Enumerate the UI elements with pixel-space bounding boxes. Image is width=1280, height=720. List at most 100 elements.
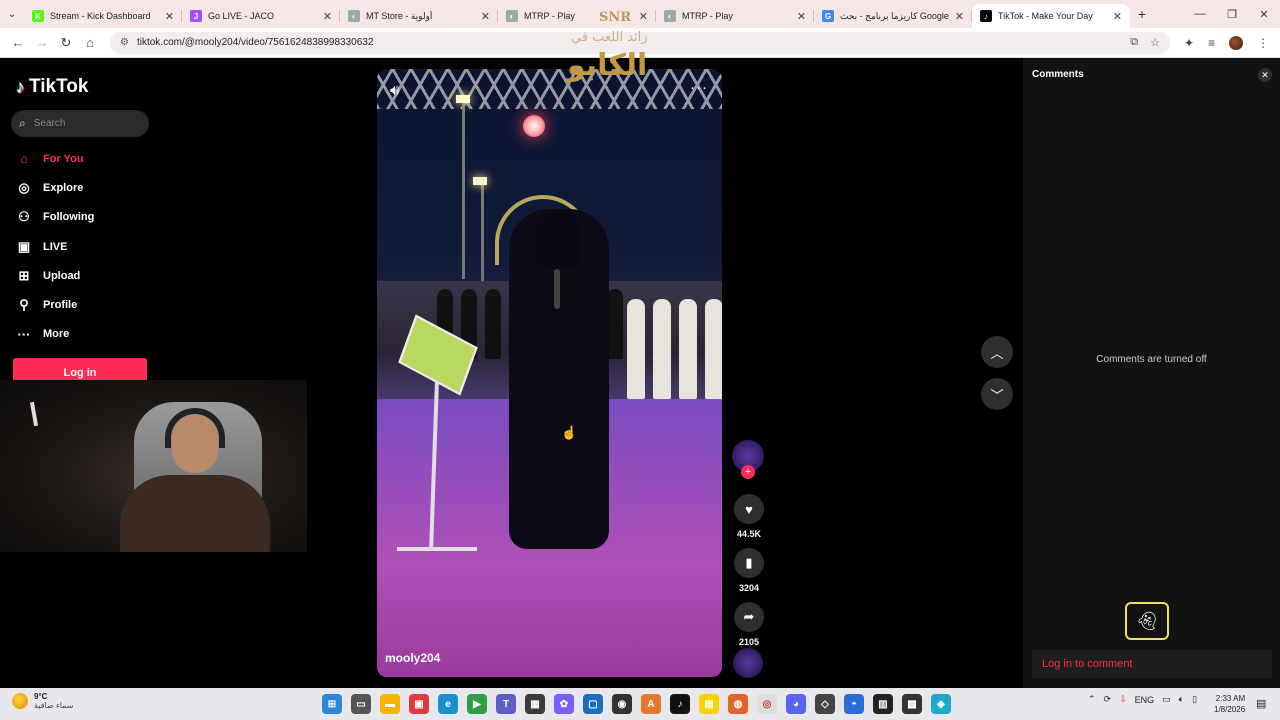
download-icon[interactable]: ⇩ <box>1119 694 1127 705</box>
tiktok-app-icon[interactable]: ♪ <box>670 694 690 714</box>
video-author[interactable]: mooly204 <box>385 651 440 665</box>
tab-title: كاريزما برنامج - بحث Google <box>840 10 949 21</box>
play-store-icon[interactable]: ▶ <box>467 694 487 714</box>
search-box[interactable]: ⌕ <box>11 110 149 137</box>
sound-avatar[interactable] <box>733 648 763 678</box>
tab-title: Go LIVE - JACO <box>208 11 275 21</box>
browser-tab[interactable]: ◐ MTRP - Play ✕ <box>656 4 814 28</box>
tiktok-logo[interactable]: ♪ TikTok <box>16 76 88 98</box>
install-app-icon[interactable]: ⧉ <box>1130 36 1138 49</box>
browser-tab[interactable]: J Go LIVE - JACO ✕ <box>182 4 340 28</box>
bookmark-star-icon[interactable]: ☆ <box>1150 36 1160 49</box>
streamer-body <box>120 475 270 552</box>
sticky-notes-icon[interactable]: ▤ <box>699 694 719 714</box>
start-menu-icon[interactable]: ⊞ <box>322 694 342 714</box>
login-to-comment-link[interactable]: Log in to comment <box>1042 658 1133 670</box>
audience-member <box>607 289 623 359</box>
tab-close-icon[interactable]: ✕ <box>323 10 332 23</box>
task-view-icon[interactable]: ▭ <box>351 694 371 714</box>
app-icon[interactable]: A <box>641 694 661 714</box>
sidebar-item-profile[interactable]: ⚲ Profile <box>16 290 94 319</box>
app-icon[interactable]: ▣ <box>409 694 429 714</box>
share-count: 2105 <box>738 637 760 647</box>
store-icon[interactable]: ▦ <box>525 694 545 714</box>
browser-tab[interactable]: K Stream - Kick Dashboard ✕ <box>24 4 182 28</box>
following-icon: ⚇ <box>18 209 30 225</box>
sidebar-item-following[interactable]: ⚇ Following <box>16 203 94 232</box>
back-button[interactable]: ← <box>6 35 30 50</box>
system-tray: ⌃ ⟳ ⇩ ENG ▭ 🔈︎ ▯ <box>1088 694 1197 705</box>
file-explorer-icon[interactable]: ▬ <box>380 694 400 714</box>
profile-avatar[interactable] <box>1229 35 1244 50</box>
tab-close-icon[interactable]: ✕ <box>955 10 964 23</box>
tab-close-icon[interactable]: ✕ <box>797 10 806 23</box>
obs-icon[interactable]: ◉ <box>612 694 632 714</box>
tab-close-icon[interactable]: ✕ <box>1113 10 1122 23</box>
network-icon[interactable]: ▭ <box>1162 694 1171 705</box>
more-options-icon[interactable]: ··· <box>690 79 708 96</box>
new-tab-button[interactable]: + <box>1130 6 1154 22</box>
sidebar-item-more[interactable]: ··· More <box>16 320 94 349</box>
discord-icon[interactable]: ◕ <box>786 694 806 714</box>
save-button[interactable]: ▮ <box>734 548 764 578</box>
speaker-icon[interactable]: 🔈︎ <box>1179 694 1184 705</box>
app-icon[interactable]: ◇ <box>815 694 835 714</box>
sidebar-item-explore[interactable]: ◎ Explore <box>16 173 94 202</box>
language-indicator[interactable]: ENG <box>1135 695 1155 705</box>
sidebar-item-live[interactable]: ▣ LIVE <box>16 232 94 261</box>
browser-tab[interactable]: ♪ TikTok - Make Your Day ✕ <box>972 4 1130 28</box>
tab-favicon-icon: K <box>32 10 44 22</box>
maximize-button[interactable]: ❐ <box>1216 8 1248 21</box>
taskbar-clock[interactable]: 2:33 AM 1/8/2026 <box>1214 693 1245 715</box>
tab-close-icon[interactable]: ✕ <box>165 10 174 23</box>
weather-widget[interactable]: 9°C سماء صافية <box>12 692 74 710</box>
minimize-button[interactable]: — <box>1184 8 1216 21</box>
close-window-button[interactable]: ✕ <box>1248 8 1280 21</box>
webcam-mark <box>29 401 39 427</box>
follow-plus-icon[interactable]: + <box>741 465 755 479</box>
search-icon: ⌕ <box>19 116 26 130</box>
sync-icon[interactable]: ⟳ <box>1104 694 1112 705</box>
firefox-icon[interactable]: ◍ <box>728 694 748 714</box>
previous-video-button[interactable]: ︿ <box>981 336 1013 368</box>
forward-button[interactable]: → <box>30 35 54 50</box>
author-avatar[interactable]: + <box>732 440 764 479</box>
video-player[interactable]: 🔊︎ ··· mooly204 ☝ <box>377 69 722 677</box>
browser-menu-icon[interactable]: ⋮ <box>1257 36 1269 50</box>
extensions-icon[interactable]: ✦ <box>1184 36 1194 50</box>
tiktok-note-icon: ♪ <box>16 76 25 97</box>
tray-expand-icon[interactable]: ⌃ <box>1088 694 1096 705</box>
weather-icon <box>12 693 28 709</box>
sidebar-item-for-you[interactable]: ⌂ For You <box>16 144 94 173</box>
weather-desc: سماء صافية <box>34 701 74 710</box>
teams-icon[interactable]: T <box>496 694 516 714</box>
media-controls-icon[interactable]: ≡ <box>1208 36 1215 50</box>
volume-icon[interactable]: 🔊︎ <box>390 82 399 99</box>
tab-search-menu[interactable]: ⌄ <box>0 0 24 28</box>
home-button[interactable]: ⌂ <box>78 35 102 50</box>
sidebar-item-upload[interactable]: ⊞ Upload <box>16 261 94 290</box>
browser-tab[interactable]: ◐ MT Store - أولوية ✕ <box>340 4 498 28</box>
tab-close-icon[interactable]: ✕ <box>481 10 490 23</box>
sidebar-nav: ⌂ For You ◎ Explore ⚇ Following ▣ LIVE ⊞ Upload ⚲ P… <box>16 144 95 349</box>
audience-member <box>627 299 645 399</box>
copilot-icon[interactable]: ✿ <box>554 694 574 714</box>
battery-icon[interactable]: ▯ <box>1192 694 1197 705</box>
like-button[interactable]: ♥ <box>734 494 764 524</box>
app-icon[interactable]: ▥ <box>873 694 893 714</box>
edge-icon[interactable]: e <box>438 694 458 714</box>
app-icon[interactable]: ▩ <box>902 694 922 714</box>
reload-button[interactable]: ↻ <box>54 35 78 51</box>
notifications-icon[interactable]: ▤ <box>1256 697 1266 710</box>
share-button[interactable]: ➦ <box>734 602 764 632</box>
comment-login-bar[interactable]: Log in to comment <box>1032 650 1272 678</box>
browser-tab[interactable]: G كاريزما برنامج - بحث Google ✕ <box>814 4 972 28</box>
chrome-icon[interactable]: ◎ <box>757 694 777 714</box>
search-input[interactable] <box>33 118 134 129</box>
next-video-button[interactable]: ﹀ <box>981 378 1013 410</box>
app-icon[interactable]: ◓ <box>844 694 864 714</box>
app-icon[interactable]: ◈ <box>931 694 951 714</box>
app-icon[interactable]: ▢ <box>583 694 603 714</box>
close-comments-button[interactable]: ✕ <box>1258 68 1272 82</box>
site-info-icon[interactable]: ⚙ <box>120 37 129 48</box>
